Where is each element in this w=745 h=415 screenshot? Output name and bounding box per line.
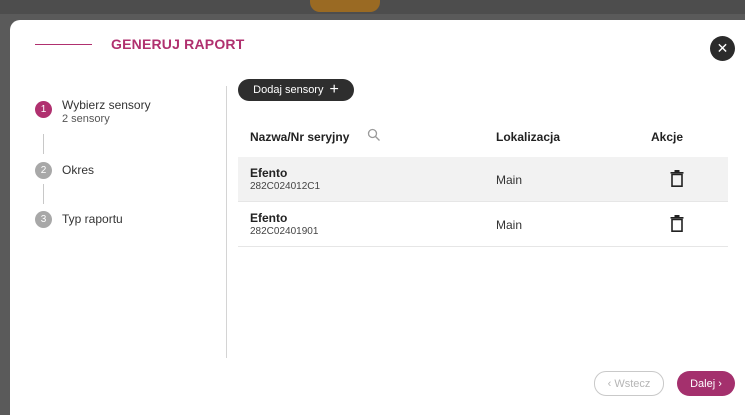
generate-report-modal: GENERUJ RAPORT ✕ 1 Wybierz sensory 2 sen… [10,20,745,415]
step-label: Typ raportu [62,212,123,226]
step-sublabel: 2 sensory [62,113,110,125]
step-label: Wybierz sensory [62,98,151,112]
sensor-name: Efento [250,166,288,180]
sensor-location: Main [496,218,523,232]
step-connector [43,134,44,154]
back-button[interactable]: ‹ Wstecz [594,371,664,396]
table-row: Efento 282C024012C1 Main [238,157,728,202]
column-header-location: Lokalizacja [496,130,561,144]
modal-title: GENERUJ RAPORT [111,36,245,52]
vertical-divider [226,86,227,358]
sensor-serial: 282C02401901 [250,226,319,237]
column-header-name[interactable]: Nazwa/Nr seryjny [250,130,349,144]
trash-icon[interactable] [670,170,684,187]
sensor-serial: 282C024012C1 [250,181,321,192]
close-button[interactable]: ✕ [710,36,735,61]
title-decoration-line [35,44,92,45]
background-app-header [0,0,745,14]
step-number: 3 [35,211,52,228]
close-icon: ✕ [716,40,729,56]
add-sensors-button[interactable]: Dodaj sensory + [238,79,354,101]
column-header-actions: Akcje [651,130,684,144]
add-sensors-label: Dodaj sensory [253,84,324,96]
sensor-name: Efento [250,211,288,225]
step-label: Okres [62,163,95,177]
search-icon[interactable] [367,128,381,142]
background-status-chip [310,0,380,12]
sensor-location: Main [496,173,523,187]
plus-icon: + [329,81,339,98]
table-row: Efento 282C02401901 Main [238,202,728,247]
step-connector [43,184,44,204]
step-number: 2 [35,162,52,179]
step-number: 1 [35,101,52,118]
next-button[interactable]: Dalej › [677,371,735,396]
trash-icon[interactable] [670,215,684,232]
